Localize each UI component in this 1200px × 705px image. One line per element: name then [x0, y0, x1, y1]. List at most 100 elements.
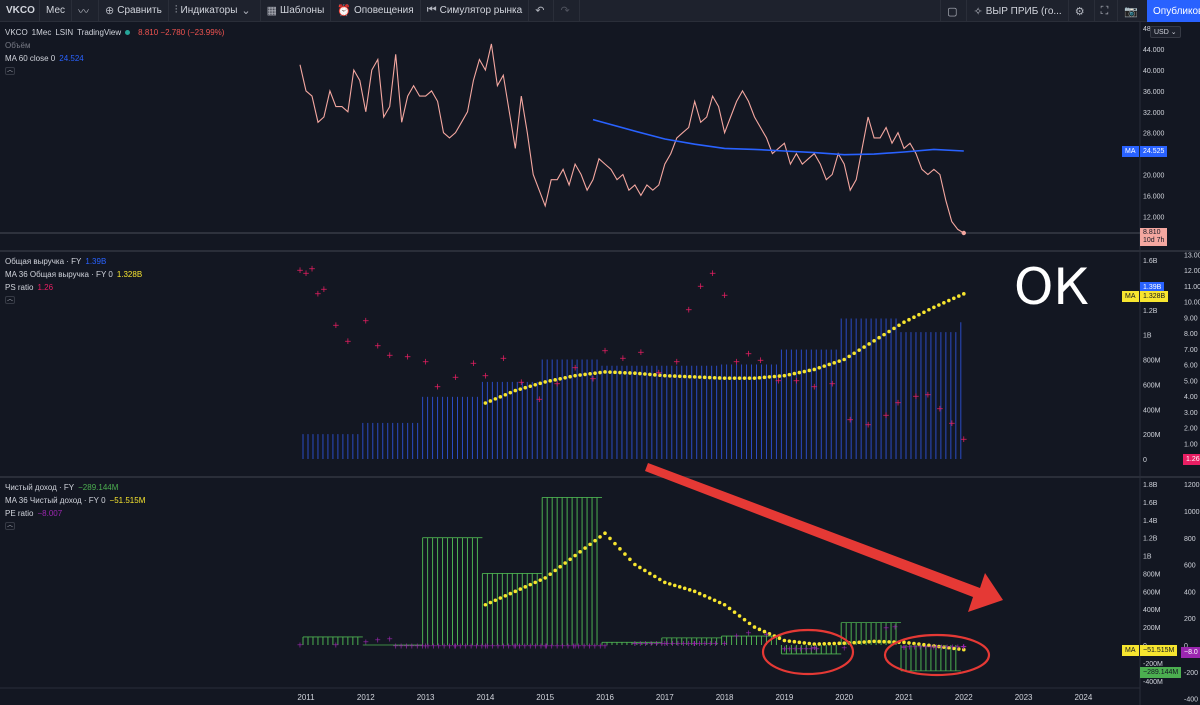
ma-legend-row[interactable]: MA 60 close 0 24.524 — [5, 52, 224, 65]
chart-canvas[interactable]: ++++++++++ + ++++++++++++++++++++++++ ++ ++ +… — [0, 22, 1200, 705]
pe-ratio-point: + — [333, 640, 340, 649]
revenue-ma-dot — [867, 342, 871, 346]
net-income-ma-dot — [653, 574, 657, 579]
snapshot-button[interactable]: 📷 — [1117, 0, 1147, 22]
revenue-ma-dot — [817, 365, 822, 370]
price-axis-tick: 40.000 — [1143, 68, 1165, 75]
time-axis-label: 2022 — [955, 693, 973, 702]
bar-countdown: 10d 7h — [1143, 237, 1165, 244]
compare-button[interactable]: ⊕ Сравнить — [99, 0, 169, 22]
revenue-legend: Общая выручка · FY 1.39B MA 36 Общая выр… — [5, 255, 142, 304]
revenue-pane[interactable]: + + + + + + + + + + + + + + + + + + + + + + + + + + + + + + + + + + + + + + + +… — [296, 264, 968, 459]
revenue-ma-dot — [922, 310, 926, 315]
revenue-ma-dot — [613, 370, 617, 375]
pe-axis-tick: 1200 — [1184, 482, 1200, 489]
pe-ratio-point: + — [841, 644, 848, 653]
revenue-ma-dot — [857, 348, 861, 352]
ps-ratio-point: + — [709, 269, 717, 279]
ps-axis-tick: 11.00 — [1184, 284, 1200, 291]
revenue-ma-dot — [513, 388, 518, 393]
revenue-ma-dot — [887, 329, 891, 334]
revenue-ma-dot — [628, 371, 632, 375]
collapse-legend-button[interactable]: ︿ — [5, 296, 15, 304]
pe-legend-row[interactable]: PE ratio −8.007 — [5, 507, 145, 520]
price-axis-tick: 44.000 — [1143, 47, 1165, 54]
net-income-ma-dot — [887, 640, 891, 644]
ps-axis-tick: 8.00 — [1184, 331, 1198, 338]
legend-symbol: VKCO — [5, 28, 28, 37]
indicators-button[interactable]: ⫶ Индикаторы ⌄ — [169, 0, 261, 22]
volume-row[interactable]: Объём — [5, 39, 224, 52]
net-income-ma-dot — [777, 636, 782, 641]
price-pane[interactable] — [299, 43, 966, 236]
ma-value: 24.524 — [59, 54, 84, 63]
legend-exchange: LSIN — [55, 28, 74, 37]
ps-ratio-point: + — [757, 356, 765, 366]
ps-ratio-point: + — [434, 383, 442, 393]
ma-label: MA 60 close 0 — [5, 54, 56, 63]
revenue-ma-tag-label: MA — [1122, 291, 1139, 302]
net-income-ma-legend-row[interactable]: MA 36 Чистый доход · FY 0 −51.515M — [5, 494, 145, 507]
time-axis-label: 2019 — [776, 693, 794, 702]
revenue-ma-dot — [563, 375, 567, 380]
undo-button[interactable]: ↶ — [529, 0, 555, 22]
chart-type-button[interactable]: 〰 — [72, 0, 100, 22]
interval-button[interactable]: Мес — [40, 0, 73, 22]
ps-ratio-point: + — [864, 420, 872, 430]
revenue-ma-tag: 1.328B — [1140, 291, 1169, 302]
net-income-ma-dot — [692, 589, 697, 594]
alerts-button[interactable]: ⏰ Оповещения — [331, 0, 421, 22]
ps-ratio-point: + — [535, 395, 543, 405]
ps-axis-tick: 3.00 — [1184, 410, 1198, 417]
net-income-ma-dot — [752, 625, 757, 629]
net-income-pane[interactable]: + + + + ++ + + + + + + + + + ++ + ++ + ++ ++ + ++++++++++++++… — [297, 497, 967, 672]
pe-ratio-point: + — [813, 644, 820, 653]
redo-button[interactable]: ↷ — [554, 0, 580, 22]
study-select[interactable]: ✧ ВЫР ПРИБ (го... — [966, 0, 1067, 22]
price-legend: VKCO 1Мес LSIN TradingView 8.810 −2.780 … — [5, 26, 224, 75]
settings-button[interactable]: ⚙ — [1067, 0, 1094, 22]
net-income-ma-dot — [787, 639, 792, 643]
ps-ratio-point: + — [811, 383, 819, 393]
price-axis-tick: 12.000 — [1143, 214, 1165, 221]
net-income-legend-row[interactable]: Чистый доход · FY −289.144M — [5, 481, 145, 494]
revenue-axis-tick: 1.2B — [1143, 308, 1158, 315]
fullscreen-button[interactable]: ⛶ — [1093, 0, 1118, 22]
net-income-ma-dot — [488, 600, 493, 605]
ps-ratio-point: + — [308, 264, 316, 274]
revenue-ma-legend-row[interactable]: MA 36 Общая выручка · FY 0 1.328B — [5, 268, 142, 281]
revenue-ma-dot — [767, 375, 772, 379]
pe-value: −8.007 — [37, 509, 63, 518]
net-income-ma-dot — [583, 546, 587, 550]
revenue-ma-dot — [518, 387, 523, 391]
pe-tag: −8.0 — [1181, 647, 1200, 658]
replay-label: Симулятор рынка — [439, 5, 523, 16]
chevron-up-icon: ︿ — [6, 67, 13, 74]
revenue-legend-row[interactable]: Общая выручка · FY 1.39B — [5, 255, 142, 268]
net-income-ma-dot — [633, 562, 637, 567]
layout-button[interactable]: ▢ — [940, 0, 966, 22]
revenue-ma-dot — [912, 315, 916, 320]
symbol-title-row[interactable]: VKCO 1Мес LSIN TradingView 8.810 −2.780 … — [5, 26, 224, 39]
net-income-axis-tick: 1.8B — [1143, 482, 1158, 489]
revenue-ma-dot — [493, 397, 498, 401]
net-income-ma-dot — [677, 585, 682, 589]
collapse-legend-button[interactable]: ︿ — [5, 67, 15, 75]
revenue-ma-dot — [533, 382, 538, 387]
pe-axis-tick: -400 — [1184, 697, 1198, 704]
replay-button[interactable]: ⏮ Симулятор рынка — [421, 0, 530, 22]
pe-ratio-point: + — [712, 639, 719, 648]
symbol-search[interactable]: VKCO — [0, 0, 40, 22]
pe-ratio-point: + — [883, 624, 890, 633]
publish-button[interactable]: Опубликовать — [1147, 0, 1200, 22]
net-income-ma-dot — [827, 641, 832, 646]
currency-selector[interactable]: USD ⌄ — [1150, 26, 1181, 38]
net-income-ma-dot — [852, 640, 856, 645]
ps-legend-row[interactable]: PS ratio 1.26 — [5, 281, 142, 294]
templates-button[interactable]: ▦ Шаблоны — [261, 0, 332, 22]
collapse-legend-button[interactable]: ︿ — [5, 522, 15, 530]
revenue-ma-dot — [648, 372, 652, 377]
revenue-ma-dot — [852, 351, 856, 356]
revenue-ma-dot — [608, 370, 612, 374]
pe-ratio-point: + — [374, 636, 381, 645]
